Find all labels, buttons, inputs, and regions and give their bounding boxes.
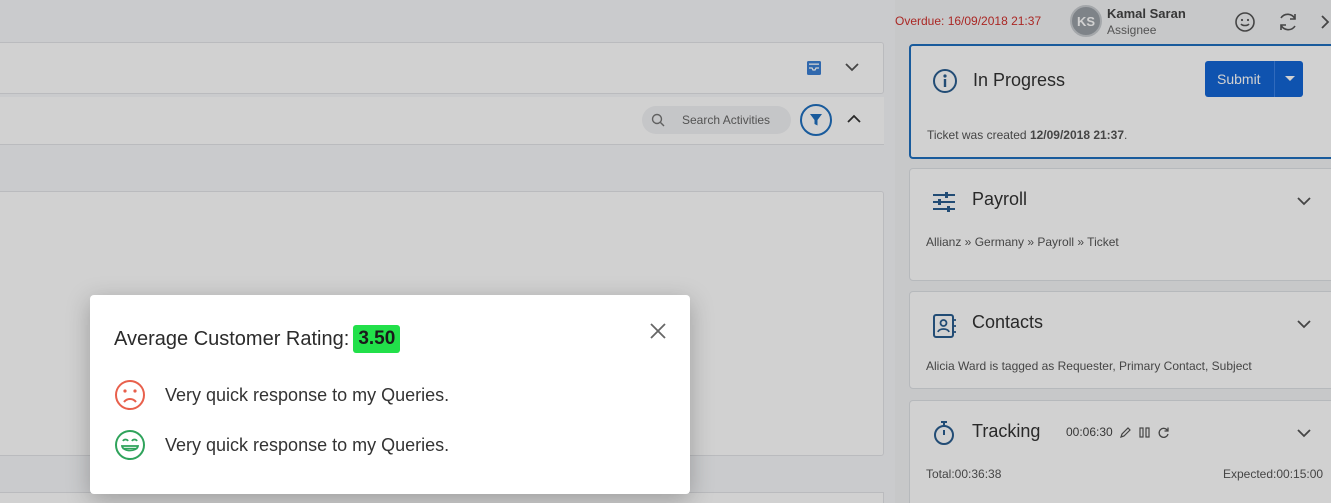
rating-badge: 3.50 [353,325,401,353]
feedback-item: Very quick response to my Queries. [114,429,449,461]
feedback-text: Very quick response to my Queries. [165,384,450,405]
modal-title-text: Average Customer Rating: [114,327,350,350]
modal-title: Average Customer Rating: 3.50 [114,325,401,353]
sad-face-icon [115,380,145,410]
feedback-item: Very quick response to my Queries. [114,379,449,411]
happy-face-icon [115,430,145,460]
feedback-text: Very quick response to my Queries. [165,434,450,455]
customer-rating-modal: Average Customer Rating: 3.50 Very quick… [90,295,690,494]
close-icon[interactable] [648,321,668,341]
